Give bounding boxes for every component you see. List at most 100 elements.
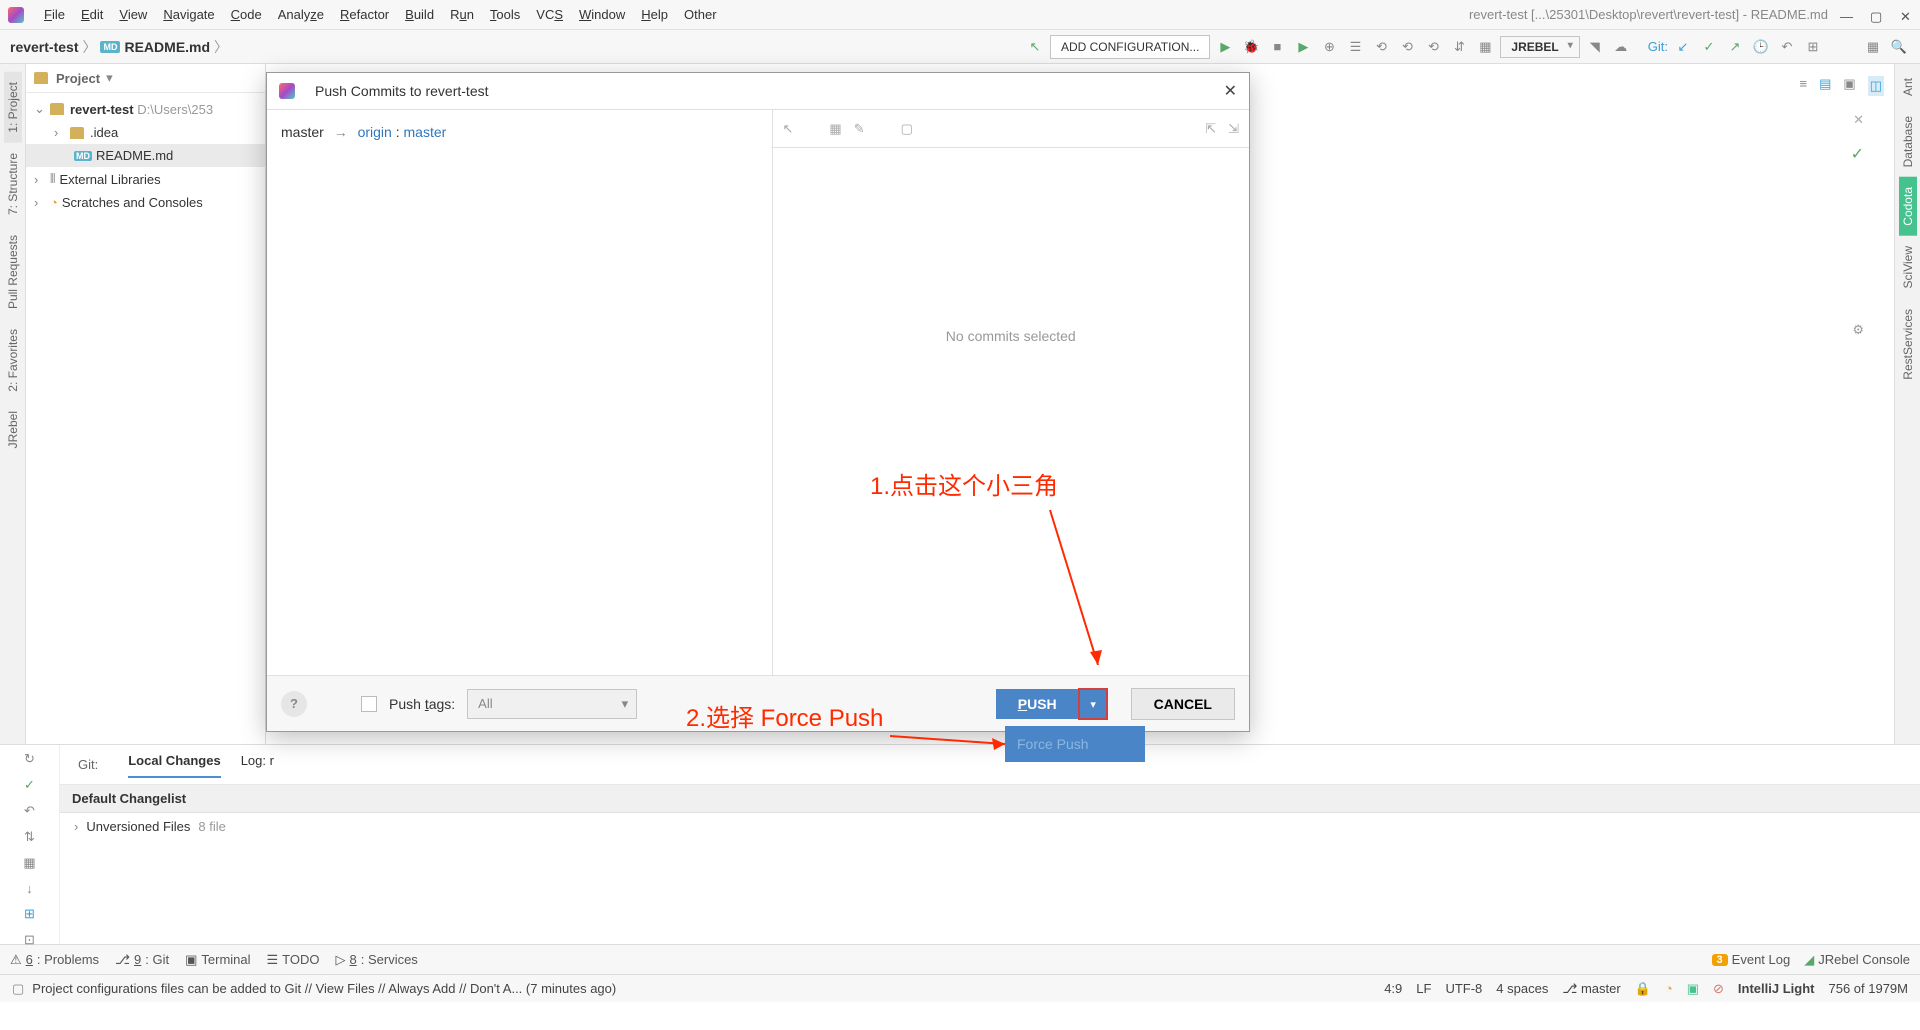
expand-icon[interactable]: ⇲ bbox=[1228, 121, 1239, 137]
bottom-problems[interactable]: ⚠ 6: Problems bbox=[10, 952, 99, 968]
right-tab-ant[interactable]: Ant bbox=[1899, 68, 1917, 106]
window-maximize-icon[interactable]: ▢ bbox=[1870, 9, 1882, 21]
preview-list-icon[interactable]: ≡ bbox=[1800, 76, 1808, 96]
jr-cloud-icon[interactable]: ☁ bbox=[1610, 36, 1632, 58]
tree-scratches[interactable]: › ◔ Scratches and Consoles bbox=[26, 191, 265, 214]
bottom-terminal[interactable]: ▣ Terminal bbox=[185, 952, 250, 968]
tree-readme-file[interactable]: MD README.md bbox=[26, 144, 265, 167]
menu-code[interactable]: Code bbox=[223, 3, 270, 26]
status-message[interactable]: Project configurations files can be adde… bbox=[32, 981, 1384, 996]
search-icon[interactable]: 🔍 bbox=[1888, 36, 1910, 58]
chevron-down-icon[interactable]: ▾ bbox=[106, 70, 113, 86]
git-commit-icon[interactable]: ✓ bbox=[1698, 36, 1720, 58]
bottom-services[interactable]: ▷ 8: Services bbox=[336, 952, 418, 968]
settings-icon[interactable]: ⊞ bbox=[1802, 36, 1824, 58]
menu-build[interactable]: Build bbox=[397, 3, 442, 26]
run-icon[interactable]: ▶ bbox=[1214, 36, 1236, 58]
force-push-menu-item[interactable]: Force Push bbox=[1005, 726, 1145, 762]
status-indent[interactable]: 4 spaces bbox=[1496, 981, 1548, 996]
remote-branch[interactable]: master bbox=[404, 124, 447, 140]
collapse-icon[interactable]: ⇱ bbox=[1205, 121, 1216, 137]
tree-external-libraries[interactable]: › ⫴ External Libraries bbox=[26, 167, 265, 191]
menu-refactor[interactable]: Refactor bbox=[332, 3, 397, 26]
menu-help[interactable]: Help bbox=[633, 3, 676, 26]
status-theme[interactable]: IntelliJ Light bbox=[1738, 981, 1815, 996]
status-error-icon[interactable]: ⊘ bbox=[1713, 981, 1724, 997]
status-branch[interactable]: ⎇ master bbox=[1562, 981, 1620, 997]
push-dropdown-button[interactable] bbox=[1079, 689, 1107, 719]
menu-tools[interactable]: Tools bbox=[482, 3, 528, 26]
close-tab-icon[interactable]: ✕ bbox=[1853, 112, 1864, 128]
left-tab-structure[interactable]: 7: Structure bbox=[4, 143, 22, 225]
branch-line[interactable]: master → origin : master bbox=[281, 124, 758, 140]
menu-file[interactable]: File bbox=[36, 3, 73, 26]
preview-image-icon[interactable]: ▣ bbox=[1843, 76, 1855, 96]
screen-icon[interactable]: ▢ bbox=[901, 121, 913, 137]
attach-icon[interactable]: ☰ bbox=[1344, 36, 1366, 58]
cancel-button[interactable]: CANCEL bbox=[1131, 688, 1235, 720]
window-minimize-icon[interactable]: — bbox=[1840, 9, 1852, 21]
coverage-run-icon[interactable]: ▶ bbox=[1292, 36, 1314, 58]
bottom-git[interactable]: ⎇ 9: Git bbox=[115, 952, 169, 968]
preview-split-icon[interactable]: ▤ bbox=[1819, 76, 1831, 96]
diff-prev-icon[interactable]: ↖ bbox=[783, 121, 794, 137]
left-tab-jrebel[interactable]: JRebel bbox=[4, 401, 22, 458]
unversioned-files-row[interactable]: › Unversioned Files 8 file bbox=[60, 813, 1920, 840]
right-tab-codota[interactable]: Codota bbox=[1899, 177, 1917, 236]
breadcrumb-project[interactable]: revert-test bbox=[10, 39, 78, 55]
status-line-separator[interactable]: LF bbox=[1416, 981, 1431, 996]
edit-icon[interactable]: ✎ bbox=[854, 121, 865, 137]
git-tab-log[interactable]: Log: r bbox=[241, 751, 274, 778]
tree-project-root[interactable]: ⌄ revert-test D:\Users\253 bbox=[26, 97, 265, 121]
changelist-icon[interactable]: ▦ bbox=[23, 855, 35, 871]
breadcrumb-file[interactable]: README.md bbox=[124, 39, 210, 55]
status-encoding[interactable]: UTF-8 bbox=[1445, 981, 1482, 996]
remote-name[interactable]: origin bbox=[358, 124, 392, 140]
run-config-selector[interactable]: ADD CONFIGURATION... bbox=[1050, 35, 1210, 59]
status-terminal-icon[interactable]: ▣ bbox=[1687, 981, 1699, 997]
hammer-icon[interactable]: ↖ bbox=[1024, 36, 1046, 58]
commit-check-icon[interactable]: ✓ bbox=[24, 777, 35, 793]
tree-idea-folder[interactable]: › .idea bbox=[26, 121, 265, 144]
menu-view[interactable]: View bbox=[111, 3, 155, 26]
menu-run[interactable]: Run bbox=[442, 3, 482, 26]
right-tab-sciview[interactable]: SciView bbox=[1899, 236, 1917, 298]
menu-analyze[interactable]: Analyze bbox=[270, 3, 332, 26]
right-tab-rest[interactable]: RestServices bbox=[1899, 299, 1917, 390]
push-button[interactable]: PUSH bbox=[996, 689, 1079, 719]
jrebel-dropdown[interactable]: JREBEL bbox=[1500, 36, 1579, 58]
right-tab-database[interactable]: Database bbox=[1899, 106, 1917, 177]
bottom-todo[interactable]: ☰ TODO bbox=[267, 952, 320, 968]
git-revert-icon[interactable]: ↶ bbox=[1776, 36, 1798, 58]
push-tags-checkbox[interactable] bbox=[361, 696, 377, 712]
bottom-event-log[interactable]: 3 Event Log bbox=[1712, 952, 1791, 967]
status-lock-icon[interactable]: 🔒 bbox=[1635, 981, 1651, 997]
shelve-icon[interactable]: ↓ bbox=[26, 881, 33, 896]
menu-other[interactable]: Other bbox=[676, 3, 725, 26]
debug-icon[interactable]: 🐞 bbox=[1240, 36, 1262, 58]
status-codota-icon[interactable]: ◔ bbox=[1665, 981, 1673, 996]
status-memory[interactable]: 756 of 1979M bbox=[1828, 981, 1908, 996]
window-close-icon[interactable]: ✕ bbox=[1900, 9, 1912, 21]
sync-icon[interactable]: ⟲ bbox=[1370, 36, 1392, 58]
push-tags-select[interactable]: All bbox=[467, 689, 637, 719]
git-push-icon[interactable]: ↗ bbox=[1724, 36, 1746, 58]
left-tab-project[interactable]: 1: Project bbox=[4, 72, 22, 143]
menu-navigate[interactable]: Navigate bbox=[155, 3, 222, 26]
group-icon[interactable]: ▦ bbox=[829, 121, 841, 137]
menu-vcs[interactable]: VCS bbox=[528, 3, 571, 26]
rollback-icon[interactable]: ↶ bbox=[24, 803, 35, 819]
profile-icon[interactable]: ⊕ bbox=[1318, 36, 1340, 58]
status-caret-pos[interactable]: 4:9 bbox=[1384, 981, 1402, 996]
preview-columns-icon[interactable]: ◫ bbox=[1868, 76, 1884, 96]
refresh-icon[interactable]: ↻ bbox=[24, 751, 35, 767]
reload-icon[interactable]: ⟲ bbox=[1396, 36, 1418, 58]
diff-icon[interactable]: ⇅ bbox=[24, 829, 35, 845]
left-tab-favorites[interactable]: 2: Favorites bbox=[4, 319, 22, 402]
status-toolwindows-icon[interactable]: ▢ bbox=[12, 981, 24, 997]
left-tab-pull-requests[interactable]: Pull Requests bbox=[4, 225, 22, 319]
expand-icon[interactable]: ⊡ bbox=[24, 932, 35, 948]
menu-edit[interactable]: Edit bbox=[73, 3, 111, 26]
reload2-icon[interactable]: ⟲ bbox=[1422, 36, 1444, 58]
group-icon[interactable]: ⊞ bbox=[24, 906, 35, 922]
